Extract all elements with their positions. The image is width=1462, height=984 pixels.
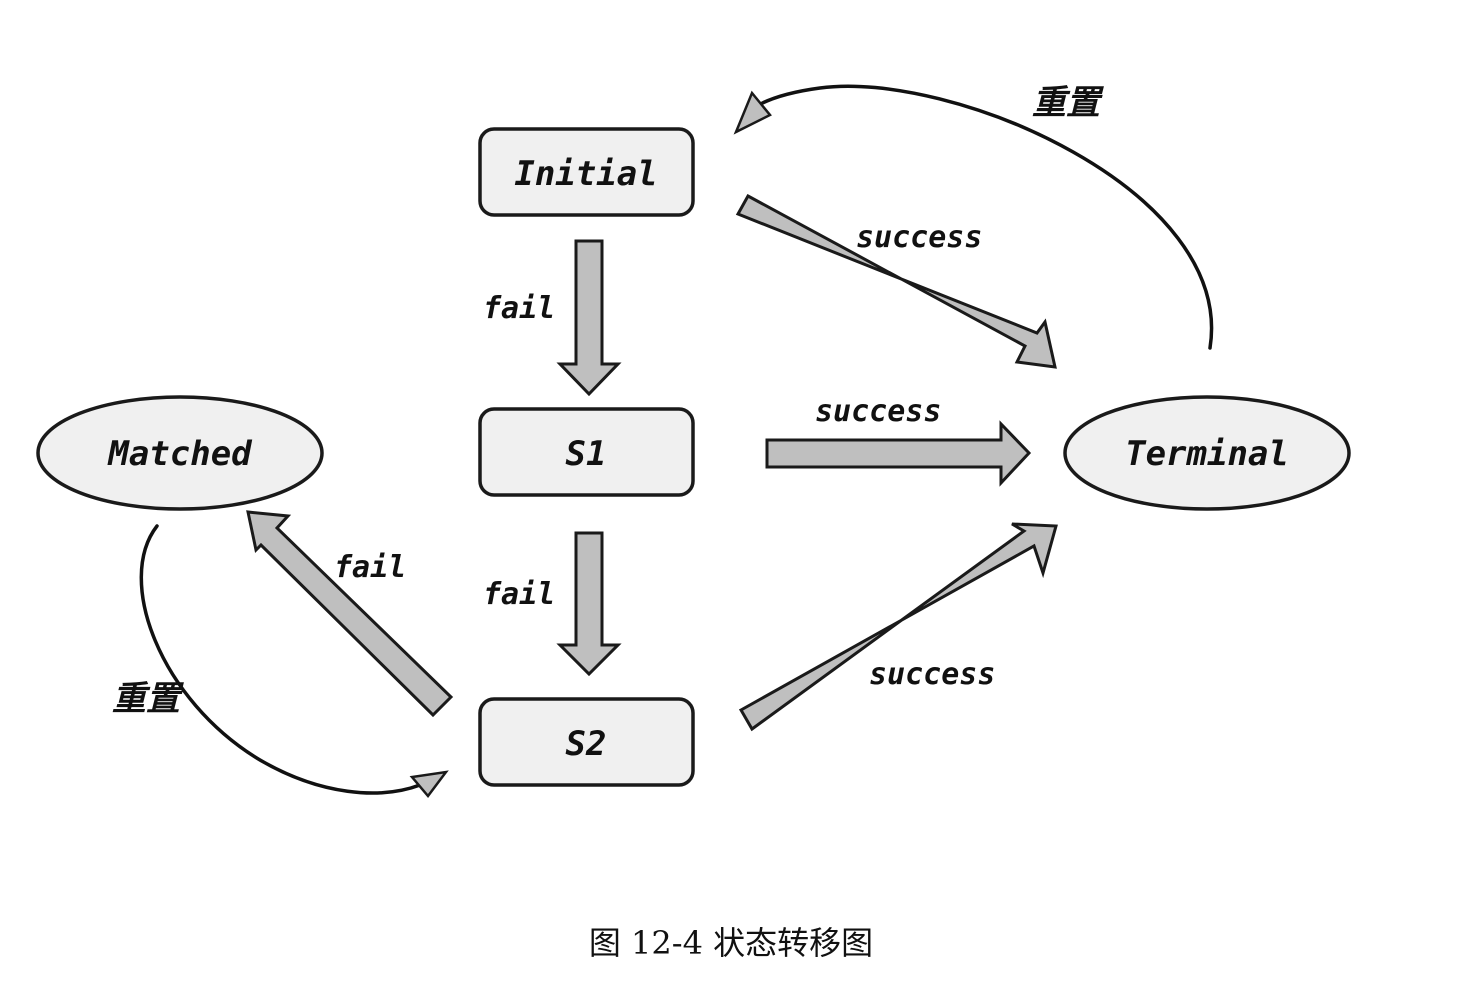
label-s1-to-s2: fail [483, 577, 555, 612]
label-s2-to-terminal: success [869, 657, 995, 692]
node-terminal-label: Terminal [1125, 434, 1289, 474]
state-transition-diagram: Initial S1 S2 Matched Terminal fail fail… [36, 83, 1351, 799]
arrow-s1-to-terminal [765, 420, 1032, 487]
node-s1: S1 [478, 407, 695, 497]
state-nodes: Initial S1 S2 Matched Terminal [36, 127, 1351, 787]
curve-head-s2 [409, 770, 449, 799]
node-s2: S2 [478, 697, 695, 787]
arrow-s1-to-s2 [556, 531, 622, 677]
label-initial-to-terminal: success [856, 220, 982, 255]
label-matched-to-s2: 重置 [112, 679, 184, 719]
node-s1-label: S1 [566, 434, 607, 474]
curve-terminal-to-initial [753, 84, 1214, 350]
node-matched-label: Matched [107, 434, 253, 474]
arrow-s2-to-matched [246, 510, 454, 718]
arrow-s2-to-terminal [738, 522, 1058, 732]
label-s1-to-terminal: success [815, 394, 941, 429]
label-terminal-to-initial: 重置 [1032, 83, 1104, 123]
node-matched: Matched [36, 395, 324, 511]
node-initial: Initial [478, 127, 695, 217]
node-initial-label: Initial [514, 154, 657, 194]
node-s2-label: S2 [566, 724, 607, 764]
label-s2-to-matched: fail [334, 550, 406, 585]
node-terminal: Terminal [1063, 395, 1351, 511]
label-initial-to-s1: fail [483, 291, 555, 326]
arrow-initial-to-s1 [556, 239, 622, 397]
curve-head-initial [733, 90, 772, 135]
figure-caption: 图 12-4 状态转移图 [588, 924, 874, 962]
